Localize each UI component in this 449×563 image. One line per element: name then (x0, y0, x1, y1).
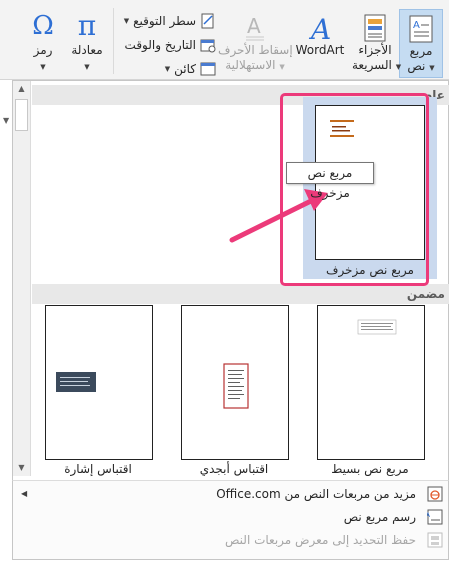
date-time-label: التاريخ والوقت (124, 38, 196, 52)
text-box-gallery: ▲ ▼ عام مربع نص مزخرف مضمن مربع نص بسيط … (12, 80, 449, 483)
text-box-label-1: مربع (409, 44, 433, 58)
quick-parts-icon (364, 14, 386, 42)
drop-cap-icon: A (246, 14, 264, 41)
signature-line-icon (200, 13, 216, 29)
drop-cap-button[interactable]: A إسقاط الأحرف الاستهلالية ▼ (218, 9, 293, 78)
left-edge-arrow-icon[interactable]: ▼ (3, 116, 9, 125)
menu-item-draw-text-box[interactable]: A رسم مربع نص (13, 506, 449, 528)
equation-button[interactable]: π معادلة ▼ (64, 9, 110, 78)
ribbon-divider (113, 8, 114, 74)
svg-text:A: A (247, 14, 261, 38)
text-box-menu: ◀ مزيد من مربعات النص من Office.com A رس… (12, 480, 449, 560)
gallery-item-caption: مربع نص بسيط (331, 462, 409, 476)
section-header-builtin: مضمن (32, 284, 449, 304)
object-icon (200, 61, 216, 77)
drop-cap-label-2: الاستهلالية (225, 58, 276, 72)
symbol-button[interactable]: Ω رمز ▼ (24, 9, 62, 78)
svg-text:A: A (413, 20, 420, 31)
menu-item-label: مزيد من مربعات النص من Office.com (216, 487, 416, 501)
equation-icon: π (77, 9, 97, 42)
caret-down-icon: ▼ (279, 63, 285, 71)
tooltip: مربع نص مزخرف (286, 162, 374, 200)
caret-down-icon: ▼ (84, 63, 90, 71)
symbol-label: رمز (33, 43, 53, 57)
signature-line-button[interactable]: سطر التوقيع ▼ (118, 11, 216, 31)
caret-down-icon: ▼ (429, 64, 435, 72)
page-thumbnail (45, 305, 153, 460)
draw-text-box-icon: A (426, 508, 444, 526)
date-time-icon (200, 37, 216, 53)
scroll-up-icon[interactable]: ▲ (13, 81, 30, 97)
reference-quote-preview-icon (56, 372, 96, 392)
gallery-item-caption: مربع نص مزخرف (326, 263, 414, 277)
menu-item-label: رسم مربع نص (343, 510, 416, 524)
symbol-icon: Ω (32, 11, 54, 41)
gallery-item-caption: اقتباس أبجدي (199, 462, 269, 476)
menu-item-label: حفظ التحديد إلى معرض مربعات النص (224, 533, 416, 547)
date-time-button[interactable]: التاريخ والوقت (124, 35, 216, 55)
caret-down-icon: ▼ (123, 17, 130, 25)
svg-text:A: A (308, 13, 331, 43)
simple-text-box-preview-icon (357, 319, 397, 335)
drop-cap-label-1: إسقاط الأحرف (218, 43, 293, 57)
wordart-icon: A (308, 13, 331, 43)
signature-line-label: سطر التوقيع (133, 14, 196, 28)
office-globe-icon (426, 485, 444, 503)
gallery-item-alphabet-quote[interactable]: اقتباس أبجدي (169, 303, 299, 479)
quick-parts-label-1: الأجزاء (358, 43, 392, 57)
quick-parts-button[interactable]: الأجزاء السريعة ▼ (352, 9, 402, 78)
text-box-button[interactable]: A مربع نص ▼ (399, 9, 443, 78)
quick-parts-label-2: السريعة (352, 58, 392, 72)
object-label: كائن (174, 62, 196, 76)
gallery-item-simple-text-box[interactable]: مربع نص بسيط (305, 303, 435, 479)
wordart-button[interactable]: A WordArt (294, 9, 346, 78)
caret-down-icon: ▼ (164, 65, 171, 73)
menu-item-more-from-office[interactable]: مزيد من مربعات النص من Office.com (13, 483, 449, 505)
save-to-gallery-icon (426, 531, 444, 549)
gallery-item-caption: اقتباس إشارة (64, 462, 132, 476)
alphabet-quote-preview-icon (223, 363, 249, 409)
gallery-item-reference-quote[interactable]: اقتباس إشارة (33, 303, 163, 479)
page-thumbnail (317, 305, 425, 460)
gallery-scrollbar[interactable]: ▲ ▼ (13, 81, 31, 476)
ribbon: A مربع نص ▼ الأجزاء السريعة ▼ A WordArt … (0, 0, 449, 80)
menu-item-save-selection[interactable]: حفظ التحديد إلى معرض مربعات النص (13, 529, 449, 551)
caret-down-icon: ▼ (40, 63, 46, 71)
wordart-label: WordArt (295, 43, 345, 57)
equation-label: معادلة (71, 43, 103, 57)
caret-down-icon: ▼ (395, 63, 402, 71)
object-button[interactable]: كائن ▼ (158, 59, 216, 79)
scroll-thumb[interactable] (15, 99, 28, 131)
text-box-icon: A (409, 15, 433, 43)
scroll-down-icon[interactable]: ▼ (13, 460, 30, 476)
page-thumbnail (181, 305, 289, 460)
text-box-label-2: نص (407, 59, 426, 73)
